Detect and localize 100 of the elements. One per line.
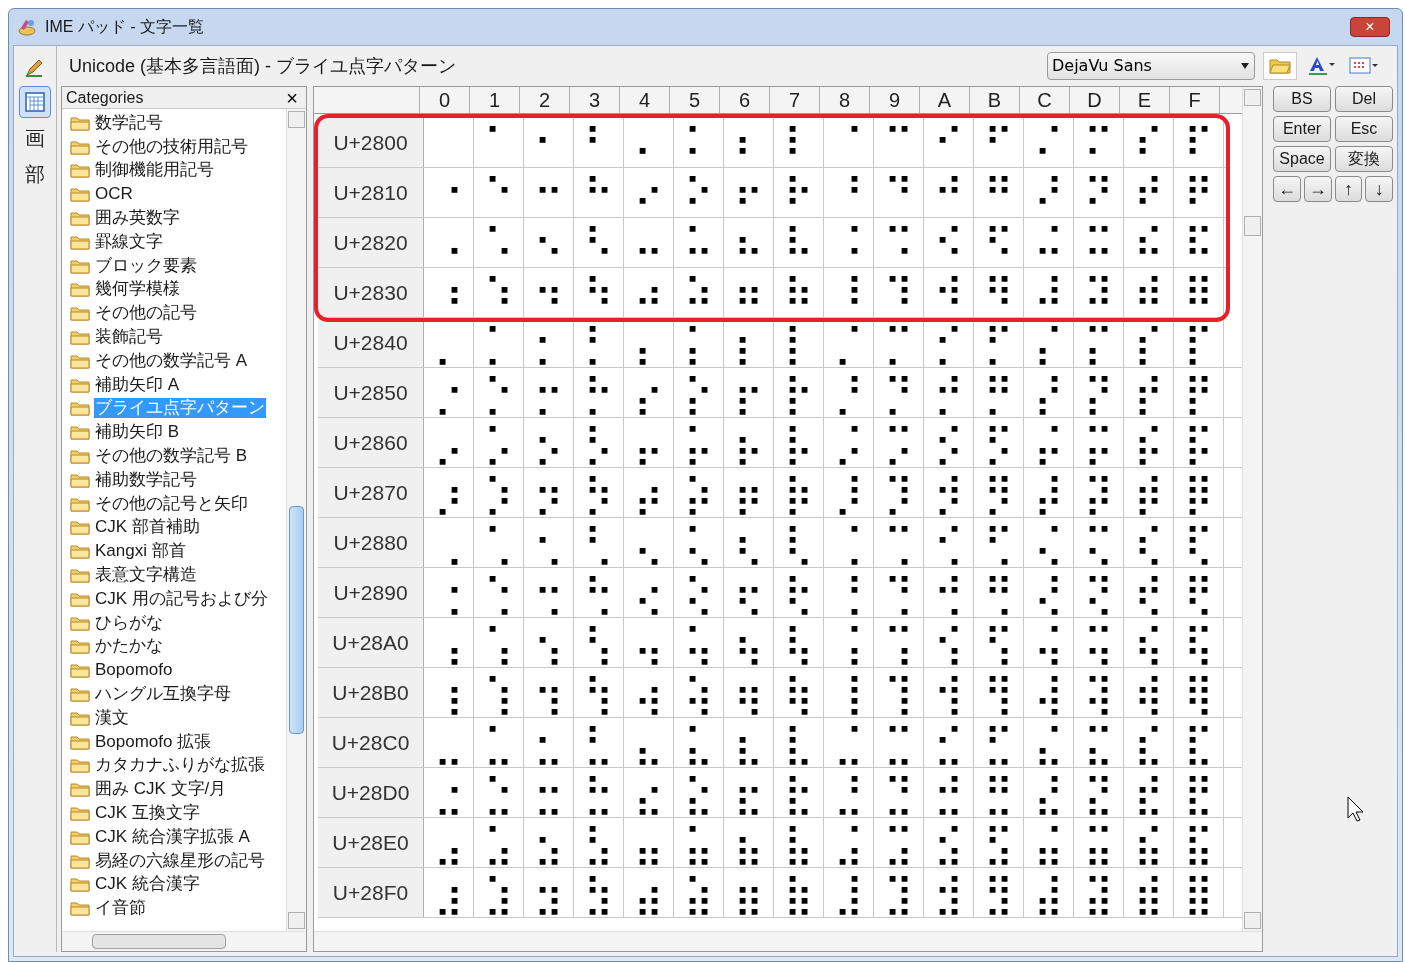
horizontal-scrollbar[interactable] xyxy=(314,931,1262,951)
column-header: 0 xyxy=(420,87,470,113)
key-button[interactable]: Del xyxy=(1335,86,1393,112)
category-item[interactable]: CJK 統合漢字 xyxy=(94,874,201,895)
folder-icon xyxy=(70,852,90,869)
tool-button[interactable]: 部 xyxy=(19,158,51,190)
row-label: U+2860 xyxy=(318,418,424,467)
row-label: U+2890 xyxy=(318,568,424,617)
folder-icon xyxy=(70,590,90,607)
category-item[interactable]: イ音節 xyxy=(94,898,147,919)
category-item[interactable]: 罫線文字 xyxy=(94,231,164,252)
font-select[interactable]: DejaVu Sans xyxy=(1047,52,1255,80)
column-header: 6 xyxy=(720,87,770,113)
character-list-button[interactable] xyxy=(19,86,51,118)
category-item[interactable]: その他の記号 xyxy=(94,303,198,324)
category-item[interactable]: その他の数学記号 B xyxy=(94,446,249,467)
mouse-cursor-icon xyxy=(1347,796,1365,822)
folder-icon xyxy=(70,805,90,821)
category-item[interactable]: CJK 互換文字 xyxy=(94,803,201,823)
folder-icon xyxy=(70,495,90,512)
app-icon xyxy=(17,18,37,36)
category-item[interactable]: 補助数学記号 xyxy=(94,469,198,490)
column-header: F xyxy=(1170,87,1220,113)
column-header: B xyxy=(970,87,1020,113)
key-button[interactable]: Enter xyxy=(1273,116,1331,142)
category-item[interactable]: 表意文字構造 xyxy=(94,565,198,586)
category-item[interactable]: 漢文 xyxy=(94,707,130,728)
category-item[interactable]: CJK 統合漢字拡張 A xyxy=(94,826,251,847)
arrow-key-button[interactable]: → xyxy=(1303,176,1332,202)
category-item[interactable]: 補助矢印 A xyxy=(94,374,181,395)
folder-icon xyxy=(70,138,90,155)
folder-button[interactable] xyxy=(1263,52,1297,80)
folder-icon xyxy=(70,662,90,679)
window-title: IME パッド - 文字一覧 xyxy=(45,17,205,37)
folder-icon xyxy=(70,400,90,417)
arrow-key-button[interactable]: ← xyxy=(1273,176,1301,202)
folder-icon xyxy=(70,876,90,893)
category-item[interactable]: ブロック要素 xyxy=(94,255,198,276)
column-header: 1 xyxy=(470,87,520,113)
category-item[interactable]: かたかな xyxy=(94,636,164,657)
category-item[interactable]: 装飾記号 xyxy=(94,327,164,348)
category-item[interactable]: ひらがな xyxy=(94,612,164,633)
column-header: 4 xyxy=(620,87,670,113)
category-item[interactable]: ハングル互換字母 xyxy=(94,684,232,704)
category-item[interactable]: その他の記号と矢印 xyxy=(94,493,249,514)
column-header: E xyxy=(1120,87,1170,113)
column-header: C xyxy=(1020,87,1070,113)
category-item[interactable]: OCR xyxy=(94,184,134,205)
folder-icon xyxy=(70,210,90,227)
category-item[interactable]: 易経の六線星形の記号 xyxy=(94,850,266,871)
folder-icon xyxy=(70,828,90,845)
category-item[interactable]: 幾何学模様 xyxy=(94,279,181,300)
key-button[interactable]: Space xyxy=(1273,146,1331,172)
column-header: 9 xyxy=(870,87,920,113)
category-item[interactable]: 囲み英数字 xyxy=(94,208,181,229)
close-button[interactable]: × xyxy=(1350,17,1390,37)
category-item[interactable]: CJK 用の記号および分 xyxy=(94,588,269,609)
tool-button[interactable]: 画 xyxy=(19,122,51,154)
category-item[interactable]: その他の技術用記号 xyxy=(94,136,249,157)
dropdown-caret-icon xyxy=(1240,63,1250,69)
category-item[interactable]: その他の数学記号 A xyxy=(94,350,249,371)
view-grid-icon xyxy=(1349,56,1379,76)
folder-icon xyxy=(70,638,90,655)
row-label: U+28D0 xyxy=(318,768,424,817)
close-button[interactable]: × xyxy=(282,87,302,108)
column-header: 2 xyxy=(520,87,570,113)
column-header: D xyxy=(1070,87,1120,113)
grid-icon xyxy=(24,91,46,113)
vertical-scrollbar[interactable] xyxy=(1242,87,1262,931)
horizontal-scrollbar[interactable] xyxy=(62,931,306,951)
path-label: Unicode (基本多言語面) - ブライユ点字パターン xyxy=(68,54,458,78)
key-button[interactable]: 変換 xyxy=(1335,146,1393,172)
row-label: U+2810 xyxy=(318,168,424,217)
category-item[interactable]: Kangxi 部首 xyxy=(94,541,187,562)
category-item[interactable]: Bopomofo 拡張 xyxy=(94,731,213,752)
row-label: U+2840 xyxy=(318,318,424,367)
arrow-key-button[interactable]: ↓ xyxy=(1365,176,1393,202)
column-header: A xyxy=(920,87,970,113)
category-item[interactable]: Bopomofo xyxy=(94,660,174,681)
row-label: U+28E0 xyxy=(318,818,424,867)
key-button[interactable]: Esc xyxy=(1335,116,1393,142)
category-item[interactable]: 制御機能用記号 xyxy=(94,160,215,181)
folder-icon xyxy=(70,614,90,631)
column-header: 7 xyxy=(770,87,820,113)
category-item[interactable]: 囲み CJK 文字/月 xyxy=(94,779,228,800)
category-item[interactable]: 数学記号 xyxy=(94,112,164,133)
folder-icon xyxy=(70,162,90,179)
arrow-key-button[interactable]: ↑ xyxy=(1334,176,1363,202)
row-label: U+28C0 xyxy=(318,718,424,767)
folder-icon xyxy=(70,352,90,369)
folder-icon xyxy=(70,114,90,131)
vertical-scrollbar[interactable] xyxy=(286,109,306,931)
key-button[interactable]: BS xyxy=(1273,86,1331,112)
folder-icon xyxy=(70,781,90,798)
row-label: U+2800 xyxy=(318,118,424,167)
category-item[interactable]: カタカナふりがな拡張 xyxy=(94,755,266,776)
folder-icon xyxy=(70,424,90,441)
category-item[interactable]: 補助矢印 B xyxy=(94,422,181,443)
font-icon xyxy=(1307,55,1337,77)
category-item[interactable]: CJK 部首補助 xyxy=(94,517,201,538)
